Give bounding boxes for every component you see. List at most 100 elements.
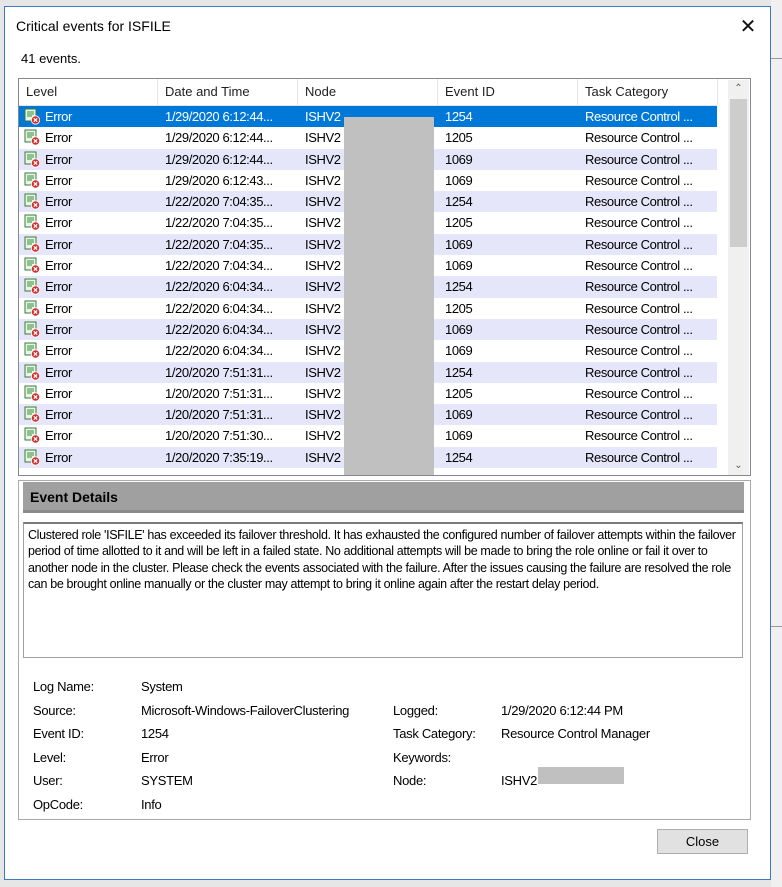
- event-details-header: Event Details: [23, 482, 744, 513]
- level-label: Level:: [33, 750, 66, 765]
- cell-date-time: 1/29/2020 6:12:44...: [165, 151, 273, 167]
- error-icon: [24, 342, 41, 359]
- event-id-value: 1254: [141, 726, 169, 741]
- cell-event-id: 1069: [445, 343, 473, 359]
- cell-task-category: Resource Control ...: [585, 300, 693, 316]
- background-divider: [771, 626, 782, 627]
- user-value: SYSTEM: [141, 773, 193, 788]
- cell-date-time: 1/29/2020 6:12:44...: [165, 130, 273, 146]
- vertical-scrollbar[interactable]: ⌃ ⌄: [728, 80, 749, 475]
- cell-event-id: 1069: [445, 321, 473, 337]
- error-icon: [24, 364, 41, 381]
- error-icon: [24, 236, 41, 253]
- cell-date-time: 1/22/2020 6:04:34...: [165, 321, 273, 337]
- task-category-value: Resource Control Manager: [501, 726, 650, 741]
- background-divider: [771, 58, 782, 59]
- column-header-node[interactable]: Node: [298, 79, 438, 105]
- cell-task-category: Resource Control ...: [585, 194, 693, 210]
- error-icon: [24, 108, 41, 125]
- cell-task-category: Resource Control ...: [585, 151, 693, 167]
- cell-level: Error: [45, 321, 72, 337]
- close-button[interactable]: Close: [657, 829, 748, 854]
- column-header-date-time[interactable]: Date and Time: [158, 79, 298, 105]
- cell-level: Error: [45, 172, 72, 188]
- event-count: 41 events.: [21, 51, 81, 66]
- cell-event-id: 1205: [445, 385, 473, 401]
- error-icon: [24, 385, 41, 402]
- background-window-edge: [771, 0, 782, 887]
- cell-level: Error: [45, 407, 72, 423]
- cell-task-category: Resource Control ...: [585, 385, 693, 401]
- cell-task-category: Resource Control ...: [585, 215, 693, 231]
- cell-level: Error: [45, 215, 72, 231]
- cell-date-time: 1/20/2020 7:51:31...: [165, 385, 273, 401]
- event-details-title: Event Details: [30, 489, 118, 505]
- keywords-label: Keywords:: [393, 750, 451, 765]
- cell-task-category: Resource Control ...: [585, 279, 693, 295]
- cell-date-time: 1/22/2020 7:04:35...: [165, 215, 273, 231]
- cell-level: Error: [45, 385, 72, 401]
- scroll-thumb[interactable]: [730, 99, 747, 247]
- error-icon: [24, 193, 41, 210]
- cell-task-category: Resource Control ...: [585, 407, 693, 423]
- scroll-down-icon[interactable]: ⌄: [728, 457, 749, 475]
- cell-date-time: 1/20/2020 7:35:19...: [165, 449, 273, 465]
- cell-level: Error: [45, 151, 72, 167]
- cell-level: Error: [45, 194, 72, 210]
- cell-task-category: Resource Control ...: [585, 449, 693, 465]
- cell-event-id: 1254: [445, 364, 473, 380]
- events-list[interactable]: Level Date and Time Node Event ID Task C…: [18, 78, 751, 476]
- column-header-level[interactable]: Level: [19, 79, 158, 105]
- user-label: User:: [33, 773, 63, 788]
- level-value: Error: [141, 750, 169, 765]
- error-icon: [24, 172, 41, 189]
- list-header: Level Date and Time Node Event ID Task C…: [19, 79, 718, 106]
- error-icon: [24, 129, 41, 146]
- close-icon[interactable]: ✕: [737, 16, 759, 38]
- cell-date-time: 1/20/2020 7:51:30...: [165, 428, 273, 444]
- scroll-up-icon[interactable]: ⌃: [728, 80, 749, 98]
- cell-date-time: 1/29/2020 6:12:44...: [165, 109, 273, 124]
- cell-event-id: 1254: [445, 449, 473, 465]
- cell-event-id: 1069: [445, 172, 473, 188]
- node-label: Node:: [393, 773, 427, 788]
- cell-date-time: 1/22/2020 7:04:35...: [165, 236, 273, 252]
- cell-task-category: Resource Control ...: [585, 343, 693, 359]
- node-value: ISHV2: [501, 773, 538, 788]
- opcode-value: Info: [141, 797, 162, 812]
- column-header-task-category[interactable]: Task Category: [578, 79, 718, 105]
- error-icon: [24, 449, 41, 466]
- cell-date-time: 1/20/2020 7:51:31...: [165, 407, 273, 423]
- cell-level: Error: [45, 258, 72, 274]
- cell-task-category: Resource Control ...: [585, 130, 693, 146]
- task-category-label: Task Category:: [393, 726, 476, 741]
- error-icon: [24, 257, 41, 274]
- cell-event-id: 1254: [445, 279, 473, 295]
- cell-event-id: 1069: [445, 407, 473, 423]
- cell-level: Error: [45, 300, 72, 316]
- cell-level: Error: [45, 236, 72, 252]
- cell-level: Error: [45, 364, 72, 380]
- cell-task-category: Resource Control ...: [585, 258, 693, 274]
- event-description: Clustered role 'ISFILE' has exceeded its…: [23, 522, 743, 658]
- cell-event-id: 1254: [445, 194, 473, 210]
- cell-event-id: 1069: [445, 236, 473, 252]
- cell-level: Error: [45, 109, 72, 124]
- error-icon: [24, 406, 41, 423]
- redaction-block: [344, 117, 434, 475]
- cell-task-category: Resource Control ...: [585, 364, 693, 380]
- cell-event-id: 1205: [445, 300, 473, 316]
- cell-task-category: Resource Control ...: [585, 172, 693, 188]
- cell-level: Error: [45, 130, 72, 146]
- cell-event-id: 1069: [445, 258, 473, 274]
- column-header-event-id[interactable]: Event ID: [438, 79, 578, 105]
- cell-event-id: 1069: [445, 151, 473, 167]
- cell-date-time: 1/22/2020 6:04:34...: [165, 279, 273, 295]
- cell-task-category: Resource Control ...: [585, 236, 693, 252]
- cell-task-category: Resource Control ...: [585, 321, 693, 337]
- error-icon: [24, 300, 41, 317]
- cell-level: Error: [45, 279, 72, 295]
- log-name-label: Log Name:: [33, 679, 94, 694]
- cell-event-id: 1205: [445, 215, 473, 231]
- cell-level: Error: [45, 428, 72, 444]
